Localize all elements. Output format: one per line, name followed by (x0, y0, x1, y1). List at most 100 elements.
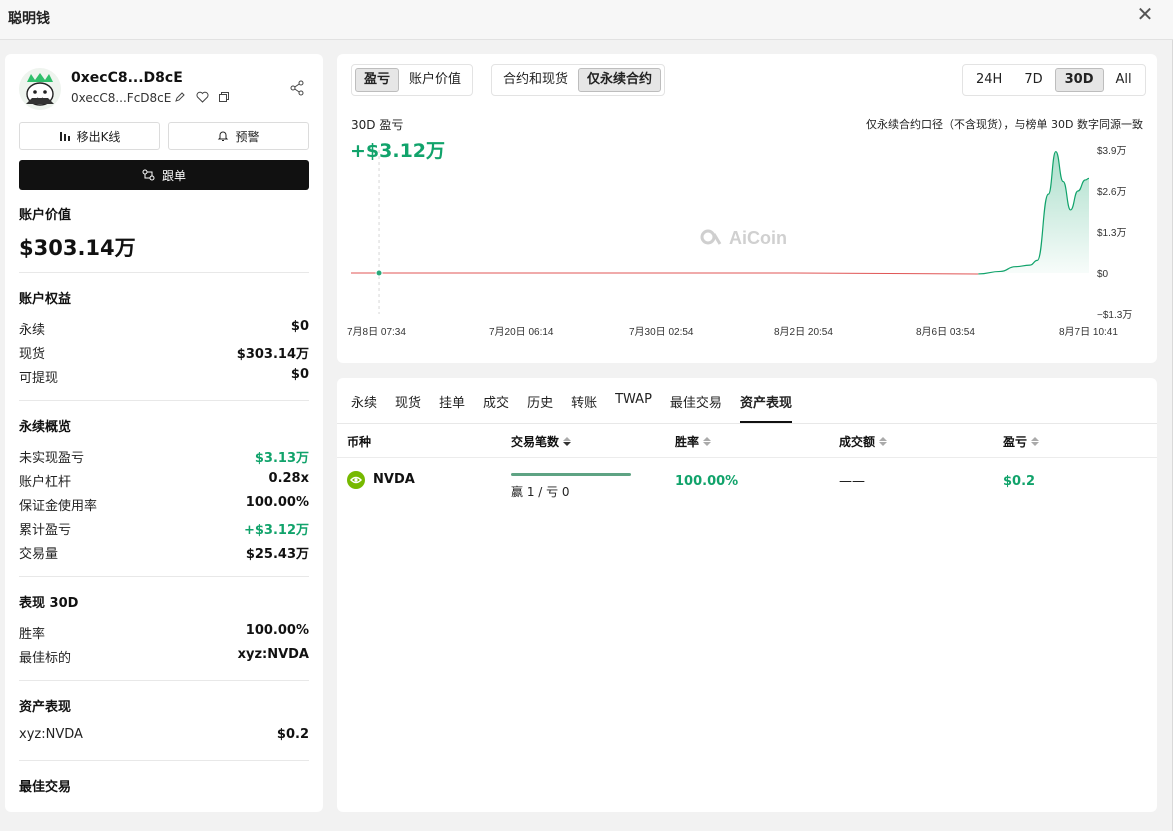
divider (337, 423, 1157, 424)
y-tick-label: $1.3万 (1097, 228, 1126, 239)
perp-row-volume: 交易量 $25.43万 (19, 547, 309, 562)
header-volume[interactable]: 成交额 (839, 433, 888, 450)
divider (19, 400, 309, 401)
bell-icon (218, 131, 229, 141)
perp-row-cumulative: 累计盈亏 +$3.12万 (19, 523, 309, 538)
performance-title: 表现 30D (19, 596, 79, 611)
remove-kline-button[interactable]: 移出K线 (19, 122, 160, 150)
tab-spot[interactable]: 现货 (395, 388, 421, 423)
alert-button[interactable]: 预警 (168, 122, 309, 150)
series-area (978, 151, 1089, 274)
tab-account-value[interactable]: 账户价值 (401, 68, 469, 92)
close-icon[interactable]: ✕ (1135, 4, 1155, 24)
win-loss-bar (511, 473, 631, 476)
perf-row-best: 最佳标的 xyz:NVDA (19, 647, 309, 666)
pnl-chart[interactable]: AiCoin $3.9万 $2.6万 $1.3万 $0 −$1.3万 7月8日 07:34… (337, 134, 1157, 363)
asset-performance-title: 资产表现 (19, 700, 72, 715)
header-win-rate[interactable]: 胜率 (675, 433, 712, 450)
address-subtitle[interactable]: 0xecC8...FcD8cE (71, 91, 171, 105)
best-trade-title: 最佳交易 (19, 780, 72, 795)
perp-row-unrealized: 未实现盈亏 $3.13万 (19, 451, 309, 466)
avatar (19, 68, 61, 110)
tab-7d[interactable]: 7D (1014, 68, 1052, 92)
sort-icon (703, 437, 712, 446)
tab-transfers[interactable]: 转账 (571, 388, 597, 423)
x-tick-label: 8月2日 20:54 (774, 326, 833, 338)
tab-fills[interactable]: 成交 (483, 388, 509, 423)
series-line-negative (351, 272, 979, 275)
title-bar: 聪明钱 ✕ (0, 0, 1173, 40)
copy-icon[interactable] (217, 91, 231, 105)
aicoin-watermark: AiCoin (700, 228, 787, 248)
row-pnl: $0.2 (1003, 474, 1036, 489)
action-buttons: 移出K线 预警 (19, 122, 309, 150)
follow-label: 跟单 (161, 168, 186, 183)
chart-note: 仅永续合约口径（不含现货），与榜单 30D 数字同源一致 (866, 118, 1143, 131)
tab-perp[interactable]: 永续 (351, 388, 377, 423)
remove-kline-label: 移出K线 (76, 129, 121, 144)
follow-icon (142, 169, 155, 181)
row-trades: 赢 1 / 亏 0 (511, 485, 570, 499)
divider (19, 272, 309, 273)
row-volume: —— (839, 474, 865, 489)
equity-title: 账户权益 (19, 292, 72, 307)
tab-all[interactable]: All (1106, 68, 1142, 92)
tab-orders[interactable]: 挂单 (439, 388, 465, 423)
y-tick-label: $2.6万 (1097, 187, 1126, 198)
y-tick-label: −$1.3万 (1097, 310, 1132, 321)
tab-perp-only[interactable]: 仅永续合约 (578, 68, 662, 92)
tab-contract-and-spot[interactable]: 合约和现货 (495, 68, 576, 92)
row-coin[interactable]: NVDA (373, 472, 415, 487)
scope-toggle: 合约和现货 仅永续合约 (491, 64, 666, 96)
pnl-chart-panel: 盈亏 账户价值 合约和现货 仅永续合约 24H 7D 30D All 30D 盈… (337, 54, 1157, 363)
divider (19, 576, 309, 577)
equity-row-perp: 永续 $0 (19, 319, 309, 338)
perp-row-leverage: 账户杠杆 0.28x (19, 471, 309, 490)
sort-icon (879, 437, 888, 446)
tab-30d[interactable]: 30D (1054, 68, 1104, 92)
tab-pnl[interactable]: 盈亏 (355, 68, 400, 92)
nvidia-icon (347, 471, 365, 489)
header-pnl[interactable]: 盈亏 (1003, 433, 1040, 450)
account-value: $303.14万 (19, 236, 136, 260)
x-tick-label: 7月20日 06:14 (489, 326, 554, 338)
address-title: 0xecC8...D8cE (71, 70, 183, 86)
tab-24h[interactable]: 24H (966, 68, 1012, 92)
perp-overview-title: 永续概览 (19, 420, 72, 435)
tab-history[interactable]: 历史 (527, 388, 553, 423)
divider (19, 680, 309, 681)
positions-panel: 永续 现货 挂单 成交 历史 转账 TWAP 最佳交易 资产表现 币种 交易笔数… (337, 378, 1157, 812)
tab-best-trades[interactable]: 最佳交易 (670, 388, 722, 423)
position-tabs: 永续 现货 挂单 成交 历史 转账 TWAP 最佳交易 资产表现 (351, 388, 810, 423)
perf-row-winrate: 胜率 100.00% (19, 623, 309, 642)
y-tick-label: $3.9万 (1097, 146, 1126, 157)
account-value-title: 账户价值 (19, 208, 72, 223)
row-win-rate: 100.00% (675, 474, 739, 489)
perp-row-margin: 保证金使用率 100.00% (19, 495, 309, 514)
asset-row: xyz:NVDA $0.2 (19, 727, 309, 742)
profile-panel: 0xecC8...D8cE 0xecC8...FcD8cE 移出K线 预警 跟单… (5, 54, 323, 812)
address-actions (173, 91, 231, 105)
smart-money-window: 聪明钱 ✕ 0xecC8...D8cE 0xecC8...FcD8cE 移出K线… (0, 0, 1173, 831)
share-icon[interactable] (289, 80, 307, 98)
sort-icon (1031, 437, 1040, 446)
alert-label: 预警 (235, 129, 260, 144)
window-title: 聪明钱 (8, 11, 50, 27)
metric-toggle: 盈亏 账户价值 (351, 64, 474, 96)
x-tick-label: 7月30日 02:54 (629, 326, 694, 338)
divider (19, 760, 309, 761)
header-trades[interactable]: 交易笔数 (511, 433, 572, 450)
follow-button[interactable]: 跟单 (19, 160, 309, 190)
watermark-text: AiCoin (729, 228, 787, 248)
equity-row-spot: 现货 $303.14万 (19, 347, 309, 362)
chart-label: 30D 盈亏 (351, 118, 404, 132)
equity-row-withdrawable: 可提现 $0 (19, 367, 309, 386)
tab-twap[interactable]: TWAP (615, 388, 652, 423)
divider (337, 457, 1157, 458)
heart-icon[interactable] (195, 91, 209, 105)
edit-icon[interactable] (173, 91, 187, 105)
tab-asset-performance[interactable]: 资产表现 (739, 388, 792, 423)
x-tick-label: 8月6日 03:54 (916, 326, 975, 338)
series-start-point (375, 269, 383, 277)
x-tick-label: 7月8日 07:34 (347, 326, 406, 338)
